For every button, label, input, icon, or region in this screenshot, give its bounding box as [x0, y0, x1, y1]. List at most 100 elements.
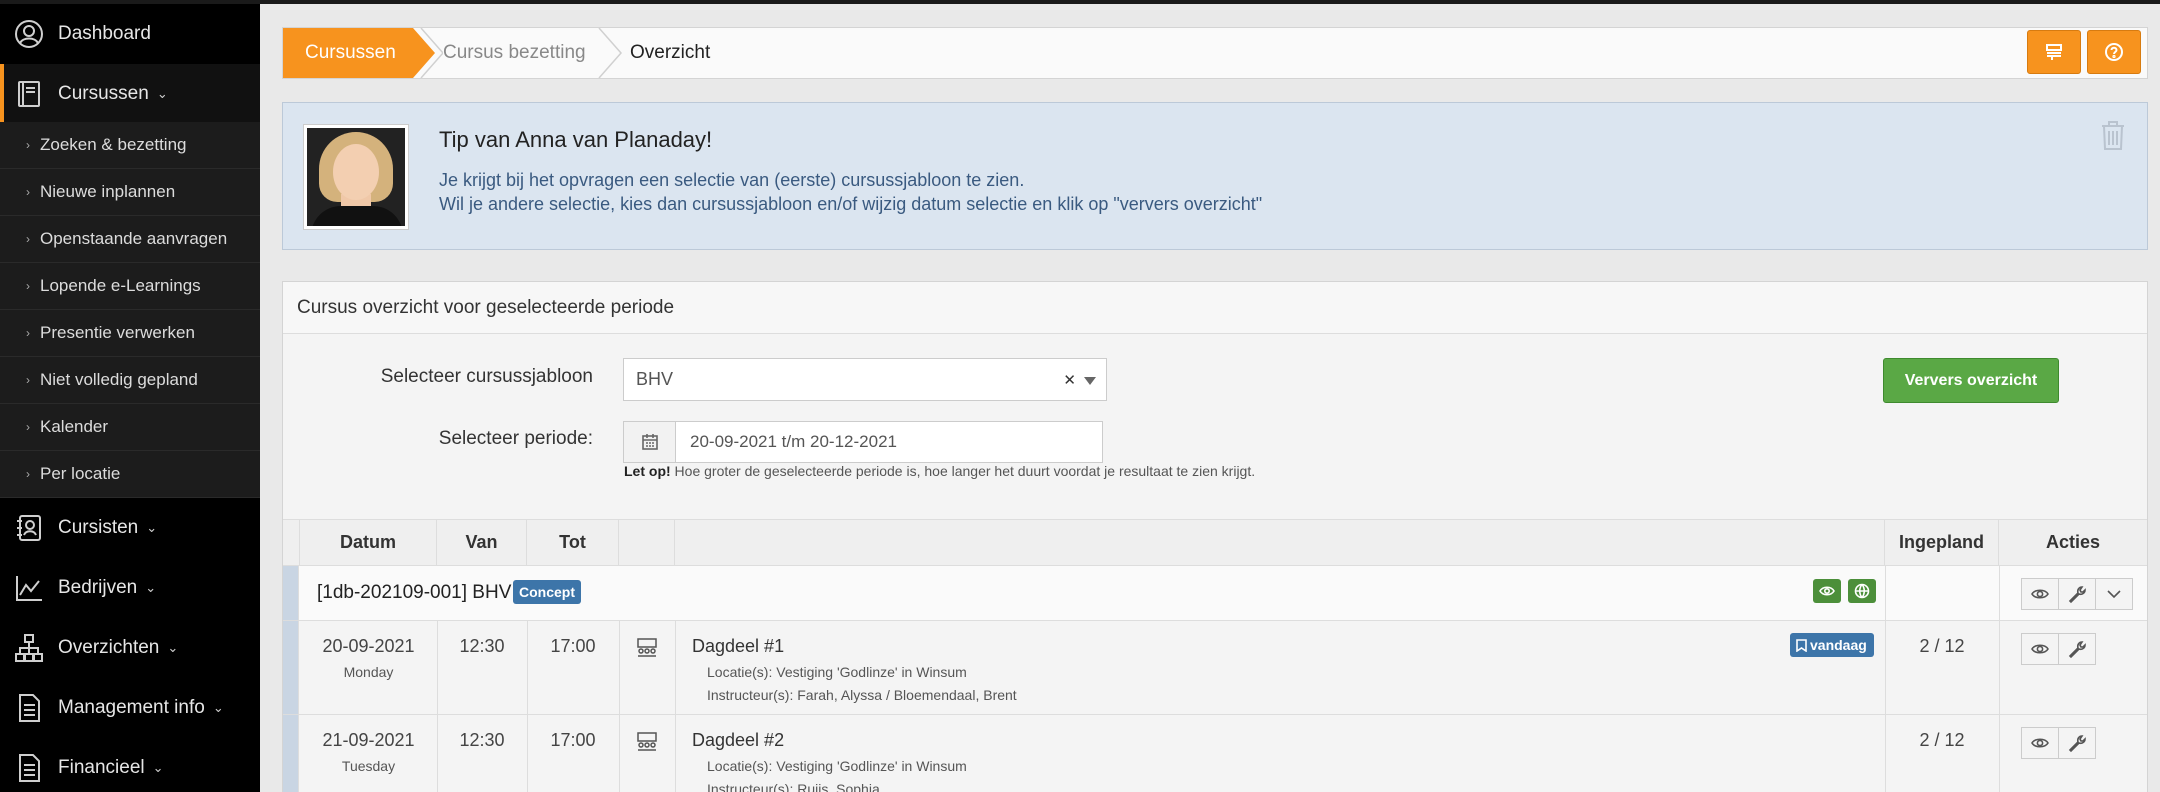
chevron-down-icon: ⌄	[145, 580, 157, 595]
sidebar-item-label: Financieel	[58, 757, 145, 778]
submenu-item-kalender[interactable]: › Kalender	[0, 404, 260, 451]
chart-icon	[12, 571, 46, 605]
submenu-item-label: Niet volledig gepland	[40, 370, 198, 389]
header-datum[interactable]: Datum	[300, 520, 437, 565]
breadcrumb-label: Overzicht	[630, 42, 711, 63]
caret-down-icon[interactable]	[1084, 377, 1096, 385]
course-overview-panel: Cursus overzicht voor geselecteerde peri…	[282, 281, 2148, 792]
submenu-item-label: Zoeken & bezetting	[40, 135, 187, 154]
chevron-right-icon: ›	[26, 373, 30, 387]
warning-text: Hoe groter de geselecteerde periode is, …	[670, 463, 1256, 479]
sidebar-item-dashboard[interactable]: Dashboard	[0, 4, 260, 64]
course-group-row: [1db-202109-001] BHV Concept	[283, 566, 2147, 621]
trash-icon[interactable]	[2099, 119, 2127, 151]
breadcrumb-item-overzicht: Overzicht	[630, 28, 710, 78]
view-button[interactable]	[2021, 727, 2059, 759]
tip-title: Tip van Anna van Planaday!	[439, 127, 713, 152]
wrench-icon	[2068, 735, 2086, 753]
sidebar-item-bedrijven[interactable]: Bedrijven ⌄	[0, 558, 260, 618]
submenu-item-label: Per locatie	[40, 464, 121, 483]
row-time-to: 17:00	[550, 636, 596, 656]
submenu-item-per-locatie[interactable]: › Per locatie	[0, 451, 260, 498]
chevron-down-icon: ⌄	[156, 86, 168, 101]
period-field[interactable]: 20-09-2021 t/m 20-12-2021	[623, 421, 1103, 463]
period-warning: Let op! Hoe groter de geselecteerde peri…	[624, 463, 1255, 479]
course-group-title[interactable]: [1db-202109-001] BHV	[317, 582, 511, 604]
header-stripe	[283, 520, 300, 565]
row-date: 21-09-2021	[322, 730, 415, 750]
sidebar-item-overzichten[interactable]: Overzichten ⌄	[0, 618, 260, 678]
row-stripe	[283, 715, 299, 792]
chevron-right-icon: ›	[26, 326, 30, 340]
classroom-icon	[635, 637, 659, 657]
submenu-item-nieuwe[interactable]: › Nieuwe inplannen	[0, 169, 260, 216]
sidebar: Dashboard Cursussen ⌄ › Zoeken & bezettin…	[0, 4, 260, 792]
table-row: 21-09-2021 Tuesday 12:30 17:00 Dagdeel #…	[283, 715, 2147, 792]
chevron-down-icon: ⌄	[167, 640, 179, 655]
header-van[interactable]: Van	[437, 520, 527, 565]
public-button[interactable]	[1848, 579, 1876, 603]
row-stripe	[283, 566, 299, 620]
row-planned: 2 / 12	[1919, 636, 1965, 656]
calendar-icon[interactable]	[624, 422, 676, 462]
sidebar-item-management-info[interactable]: Management info ⌄	[0, 678, 260, 738]
today-badge-label: vandaag	[1810, 637, 1867, 653]
today-badge: vandaag	[1790, 633, 1874, 657]
layout-icon	[2046, 44, 2062, 60]
tip-box: Tip van Anna van Planaday! Je krijgt bij…	[282, 102, 2148, 250]
row-time-from: 12:30	[459, 636, 505, 656]
tip-text-line: Wil je andere selectie, kies dan cursuss…	[439, 194, 1263, 214]
submenu-item-presentie[interactable]: › Presentie verwerken	[0, 310, 260, 357]
row-time-to: 17:00	[550, 730, 596, 750]
chevron-right-icon: ›	[26, 185, 30, 199]
classroom-icon	[635, 731, 659, 751]
clear-icon[interactable]: ✕	[1063, 371, 1076, 389]
submenu-item-zoeken[interactable]: › Zoeken & bezetting	[0, 122, 260, 169]
template-select[interactable]: BHV ✕	[623, 358, 1107, 401]
view-button[interactable]	[2021, 578, 2059, 610]
header-ingepland[interactable]: Ingepland	[1885, 520, 1999, 565]
user-circle-icon	[12, 17, 46, 51]
visible-button[interactable]	[1813, 579, 1841, 603]
sidebar-item-cursussen[interactable]: Cursussen ⌄	[0, 64, 260, 124]
chevron-down-icon: ⌄	[212, 700, 224, 715]
eye-icon	[1819, 586, 1835, 596]
refresh-overview-button[interactable]: Ververs overzicht	[1883, 358, 2059, 403]
header-tot[interactable]: Tot	[527, 520, 619, 565]
submenu-item-niet-gepland[interactable]: › Niet volledig gepland	[0, 357, 260, 404]
header-description	[675, 520, 1885, 565]
top-border	[0, 0, 2160, 4]
wrench-icon	[2068, 641, 2086, 659]
status-badge: Concept	[513, 580, 581, 604]
wrench-icon	[2068, 586, 2086, 604]
breadcrumb-label: Cursussen	[305, 42, 396, 63]
row-title[interactable]: Dagdeel #2	[692, 730, 784, 751]
edit-button[interactable]	[2058, 578, 2096, 610]
sidebar-item-financieel[interactable]: Financieel ⌄	[0, 738, 260, 792]
help-button[interactable]	[2087, 30, 2141, 74]
avatar	[303, 124, 409, 230]
table-row: 20-09-2021 Monday 12:30 17:00 Dagdeel #1…	[283, 621, 2147, 715]
submenu-item-openstaande[interactable]: › Openstaande aanvragen	[0, 216, 260, 263]
chevron-right-icon: ›	[26, 232, 30, 246]
sidebar-item-label: Cursisten	[58, 517, 139, 538]
sidebar-item-label: Bedrijven	[58, 577, 138, 598]
sidebar-item-cursisten[interactable]: Cursisten ⌄	[0, 498, 260, 558]
expand-button[interactable]	[2095, 578, 2133, 610]
row-instructor: Instructeur(s): Ruijs, Sophia	[707, 781, 880, 792]
chevron-down-icon: ⌄	[146, 520, 158, 535]
edit-button[interactable]	[2058, 633, 2096, 665]
period-input[interactable]: 20-09-2021 t/m 20-12-2021	[676, 422, 1102, 462]
breadcrumb-label: Cursus bezetting	[443, 42, 586, 63]
row-stripe	[283, 621, 299, 714]
sitemap-icon	[12, 631, 46, 665]
breadcrumb-item-cursussen[interactable]: Cursussen	[283, 28, 435, 78]
submenu-item-elearnings[interactable]: › Lopende e-Learnings	[0, 263, 260, 310]
chevron-down-icon	[2107, 590, 2121, 599]
breadcrumb-item-cursus-bezetting[interactable]: Cursus bezetting	[443, 28, 586, 78]
layout-button[interactable]	[2027, 30, 2081, 74]
bookmark-icon	[1796, 638, 1807, 652]
row-title[interactable]: Dagdeel #1	[692, 636, 784, 657]
view-button[interactable]	[2021, 633, 2059, 665]
edit-button[interactable]	[2058, 727, 2096, 759]
